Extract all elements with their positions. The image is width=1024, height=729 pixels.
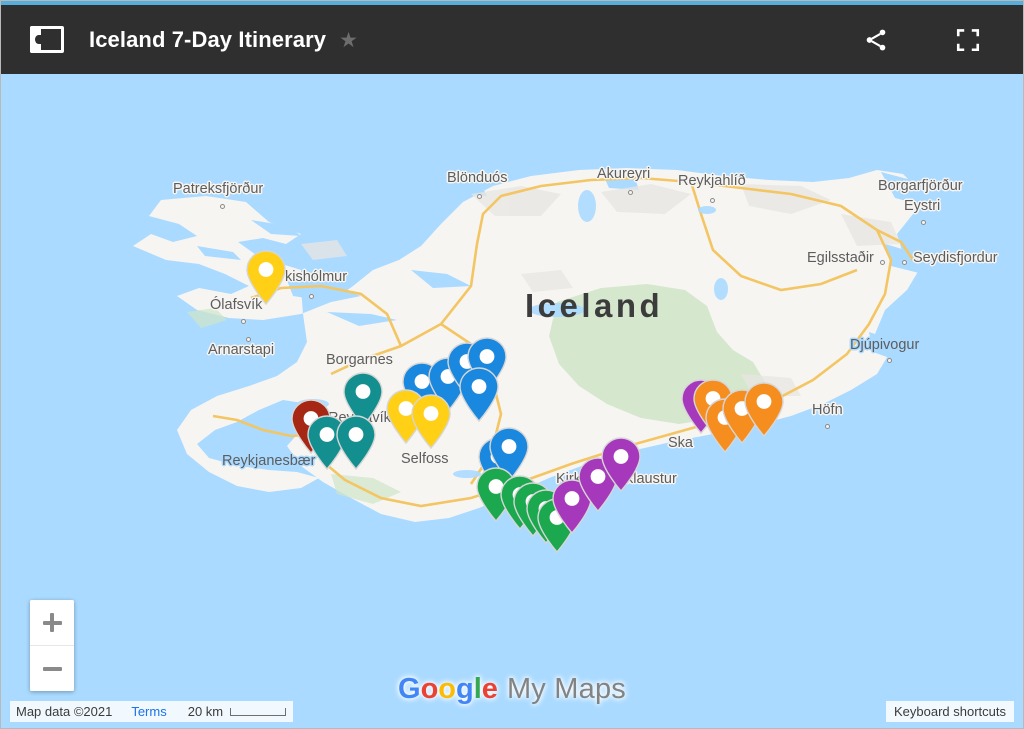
map-pin-icon (246, 250, 286, 306)
map-pin-icon (411, 394, 451, 450)
map-data-text: Map data ©2021 (16, 704, 113, 719)
city-dot (246, 337, 251, 342)
map-geometry (133, 168, 925, 522)
city-dot (628, 190, 633, 195)
city-dot (220, 204, 225, 209)
map-marker[interactable] (599, 436, 643, 494)
fullscreen-button[interactable] (943, 15, 993, 65)
share-icon (866, 29, 886, 50)
terms-link[interactable]: Terms (131, 704, 166, 719)
logo-letter: l (473, 673, 482, 705)
fullscreen-icon (956, 28, 980, 51)
map-marker[interactable] (244, 249, 288, 307)
city-dot (902, 260, 907, 265)
scale-label: 20 km (187, 704, 224, 719)
map-pin-icon (336, 415, 376, 471)
city-dot (825, 424, 830, 429)
my-maps-wordmark: My Maps (506, 673, 626, 705)
map-tiles: Iceland Patreksfjörður Blönduós Akureyri… (1, 74, 1023, 728)
city-dot (241, 319, 246, 324)
map-header: Iceland 7-Day Itinerary ★ (1, 5, 1023, 74)
city-dot (880, 260, 885, 265)
map-marker[interactable] (457, 366, 501, 424)
my-maps-viewer: Iceland 7-Day Itinerary ★ Iceland Patrek… (0, 0, 1024, 729)
city-dot (309, 294, 314, 299)
zoom-in-button[interactable] (30, 600, 74, 645)
top-accent-bar (1, 1, 1023, 5)
map-marker[interactable] (742, 381, 786, 439)
minus-icon (42, 666, 62, 671)
zoom-out-button[interactable] (30, 645, 74, 691)
zoom-controls[interactable] (30, 600, 74, 691)
city-dot (887, 358, 892, 363)
city-dot (710, 198, 715, 203)
logo-letter: e (481, 673, 498, 705)
map-canvas[interactable]: Iceland Patreksfjörður Blönduós Akureyri… (1, 74, 1023, 728)
my-maps-panel-icon[interactable] (30, 26, 64, 53)
scale-bar (230, 707, 287, 716)
map-pin-icon (744, 382, 784, 438)
share-button[interactable] (851, 15, 901, 65)
map-pin-icon (459, 367, 499, 423)
city-dot (477, 194, 482, 199)
logo-letter: g (456, 673, 474, 705)
map-attribution: Map data ©2021 Terms 20 km (10, 701, 294, 722)
map-marker[interactable] (409, 393, 453, 451)
keyboard-shortcuts-button[interactable]: Keyboard shortcuts (885, 701, 1014, 722)
map-pin-icon (601, 437, 641, 493)
map-marker[interactable] (334, 414, 378, 472)
logo-letter: o (438, 673, 457, 705)
logo-letter: o (420, 673, 439, 705)
page-title: Iceland 7-Day Itinerary (89, 26, 327, 52)
star-icon[interactable]: ★ (339, 30, 358, 51)
logo-letter: G (398, 673, 421, 705)
google-my-maps-logo: G o o g l e My Maps (398, 673, 626, 706)
city-dot (921, 220, 926, 225)
